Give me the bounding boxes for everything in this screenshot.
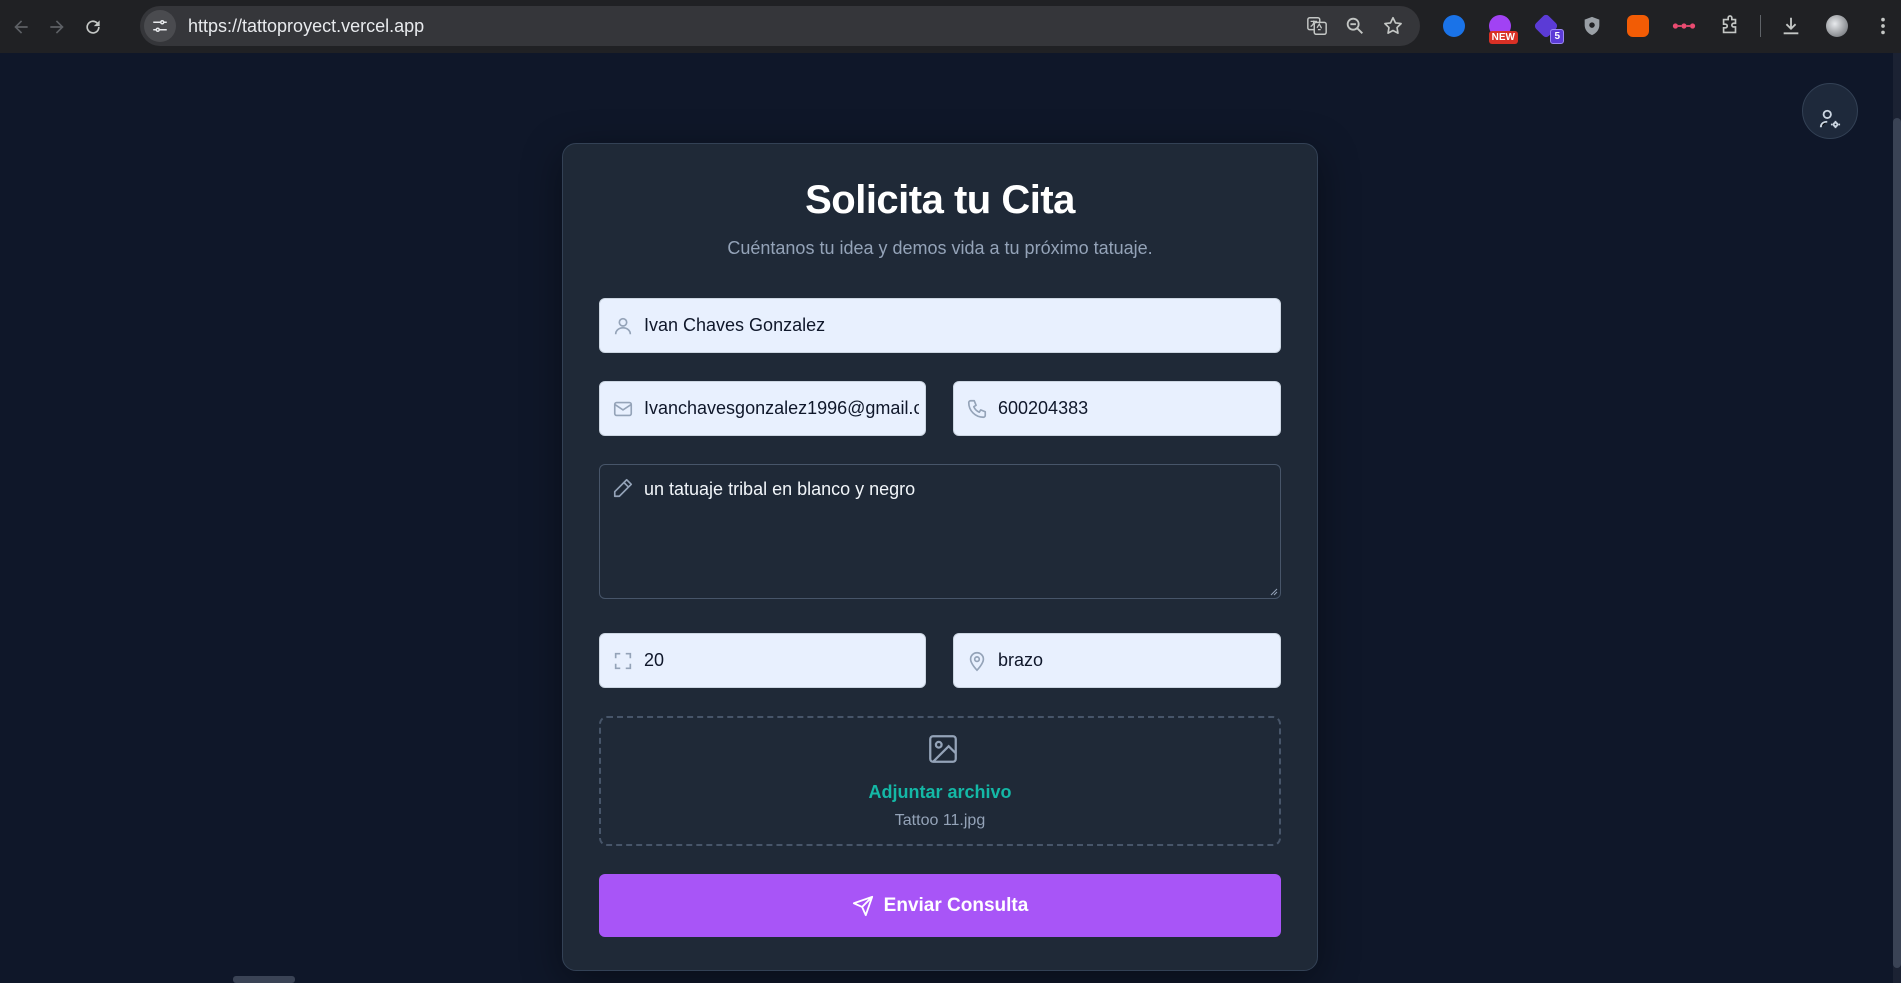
image-icon: [926, 732, 960, 766]
page-subtitle: Cuéntanos tu idea y demos vida a tu próx…: [727, 238, 1153, 258]
attach-file-link[interactable]: Adjuntar archivo: [601, 782, 1279, 803]
address-bar[interactable]: https://tattoproyect.vercel.app: [140, 6, 1420, 46]
extension-6[interactable]: [1668, 10, 1700, 42]
placement-field[interactable]: [953, 633, 1281, 688]
profile-button[interactable]: [1821, 10, 1853, 42]
submit-button[interactable]: Enviar Consulta: [599, 874, 1281, 937]
extensions-menu-button[interactable]: [1714, 10, 1746, 42]
n8n-extension-icon: [1672, 23, 1696, 29]
expand-icon: [612, 650, 634, 672]
url-text: https://tattoproyect.vercel.app: [188, 15, 425, 36]
page-title: Solicita tu Cita: [805, 178, 1075, 222]
download-icon: [1783, 17, 1799, 35]
arrow-right-icon: [50, 19, 64, 34]
forward-button[interactable]: [42, 12, 72, 42]
mail-icon: [612, 398, 634, 420]
appointment-form: Solicita tu Cita Cuéntanos tu idea y dem…: [562, 143, 1318, 971]
user-icon: [612, 315, 634, 337]
extension-1[interactable]: [1438, 10, 1470, 42]
tune-icon: [153, 20, 167, 32]
name-input[interactable]: [644, 315, 1280, 336]
size-input[interactable]: [644, 650, 925, 671]
extensions-bar: NEW 5: [1438, 8, 1899, 44]
reload-button[interactable]: [78, 12, 108, 42]
extension-2[interactable]: NEW: [1484, 10, 1518, 44]
shield-extension-icon: [1584, 16, 1600, 36]
omnibox-actions: [1306, 6, 1404, 46]
extension-5[interactable]: [1622, 10, 1654, 42]
phone-input[interactable]: [998, 398, 1280, 419]
vertical-scroll-thumb[interactable]: [1893, 118, 1901, 968]
toolbar-divider: [1760, 15, 1761, 37]
horizontal-scroll-thumb[interactable]: [233, 976, 295, 983]
zoom-out-icon[interactable]: [1344, 15, 1366, 37]
user-settings-icon: [1819, 109, 1841, 129]
back-button[interactable]: [6, 12, 36, 42]
admin-button[interactable]: [1802, 83, 1858, 139]
downloads-button[interactable]: [1775, 10, 1807, 42]
map-pin-icon: [966, 650, 988, 672]
email-input[interactable]: [644, 398, 925, 419]
reload-icon: [86, 19, 100, 34]
browser-menu-button[interactable]: [1867, 10, 1899, 42]
phone-field[interactable]: [953, 381, 1281, 436]
placement-input[interactable]: [998, 650, 1280, 671]
phone-icon: [966, 398, 988, 420]
name-field[interactable]: [599, 298, 1281, 353]
browser-toolbar: https://tattoproyect.vercel.app NEW 5: [0, 0, 1901, 53]
avatar: [1826, 15, 1848, 37]
extension-3[interactable]: 5: [1530, 10, 1564, 44]
extension-badge: NEW: [1488, 31, 1518, 44]
arrow-left-icon: [14, 19, 28, 34]
send-icon: [852, 895, 873, 916]
submit-label: Enviar Consulta: [883, 894, 1029, 916]
extension-4[interactable]: [1576, 10, 1608, 42]
more-vertical-icon: [1881, 17, 1885, 35]
email-field[interactable]: [599, 381, 926, 436]
bookmark-star-icon[interactable]: [1382, 15, 1404, 37]
extension-badge: 5: [1550, 29, 1564, 44]
puzzle-icon: [1722, 15, 1737, 34]
blue-circle-extension-icon: [1443, 15, 1465, 37]
attached-filename: Tattoo 11.jpg: [894, 812, 986, 829]
page-content: Solicita tu Cita Cuéntanos tu idea y dem…: [0, 53, 1893, 983]
description-field[interactable]: un tatuaje tribal en blanco y negro: [599, 464, 1281, 599]
orange-extension-icon: [1627, 15, 1649, 37]
resize-handle[interactable]: [1268, 586, 1278, 596]
description-textarea[interactable]: un tatuaje tribal en blanco y negro: [644, 479, 1264, 589]
pencil-icon: [612, 477, 634, 499]
translate-icon[interactable]: [1306, 15, 1328, 37]
file-upload-dropzone[interactable]: Adjuntar archivo Tattoo 11.jpg: [599, 716, 1281, 846]
size-field[interactable]: [599, 633, 926, 688]
site-info-button[interactable]: [144, 10, 176, 42]
